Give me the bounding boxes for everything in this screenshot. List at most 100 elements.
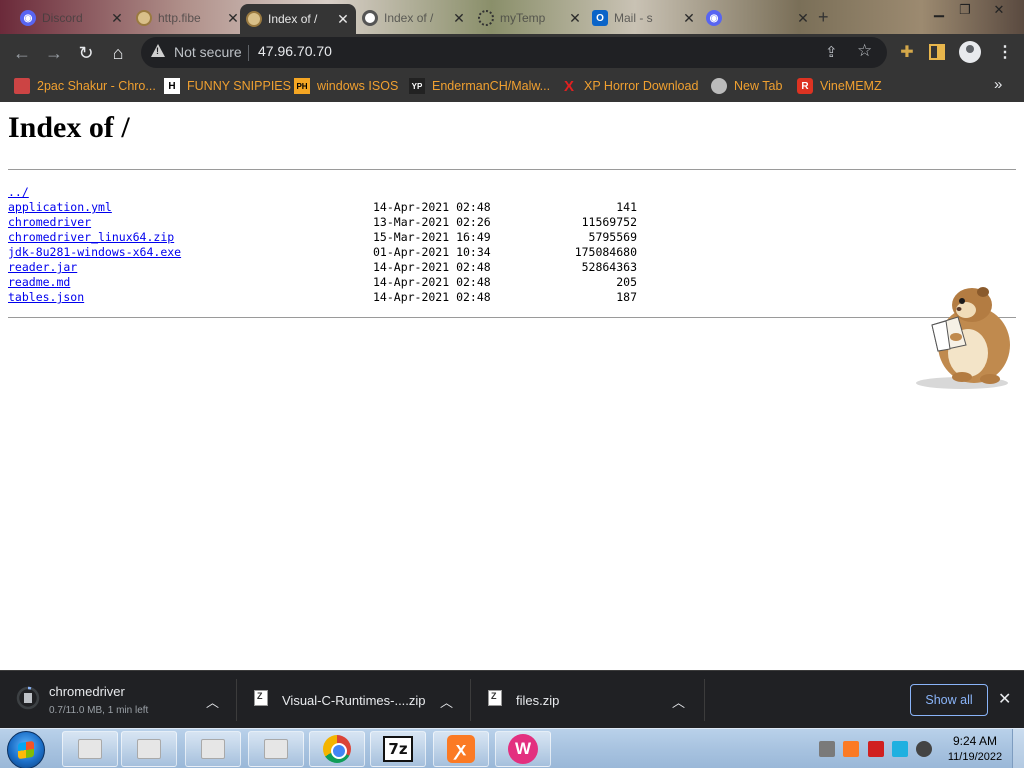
- bookmark-star-icon[interactable]: ☆: [857, 41, 872, 61]
- close-icon[interactable]: ✕: [110, 10, 124, 27]
- tray-network-icon[interactable]: [819, 741, 835, 757]
- chevron-up-icon[interactable]: ︿: [440, 692, 453, 711]
- file-link[interactable]: jdk-8u281-windows-x64.exe: [8, 245, 181, 259]
- r-icon: R: [797, 78, 813, 94]
- taskbar-explorer-1[interactable]: [62, 731, 118, 767]
- hamster-reading-icon[interactable]: [912, 279, 1020, 391]
- tray-speaker-icon[interactable]: [916, 741, 932, 757]
- reload-icon[interactable]: ↻: [75, 42, 97, 64]
- tab-strip: ◉ Discord ✕ http.fibe ✕ Index of / ✕ Ind…: [0, 0, 1024, 34]
- restore-icon[interactable]: ❐: [954, 2, 976, 18]
- close-icon[interactable]: ✕: [682, 10, 696, 27]
- close-icon[interactable]: ✕: [796, 10, 810, 27]
- file-link[interactable]: chromedriver_linux64.zip: [8, 230, 174, 244]
- file-date: 13-Mar-2021 02:26: [373, 215, 491, 229]
- dots-icon: [478, 10, 494, 26]
- file-link[interactable]: chromedriver: [8, 215, 91, 229]
- bookmark-endermanch[interactable]: YP EndermanCH/Malw...: [409, 77, 550, 95]
- file-link[interactable]: readme.md: [8, 275, 70, 289]
- taskbar-chrome[interactable]: [309, 731, 365, 767]
- share-icon[interactable]: ⇪: [825, 43, 838, 61]
- window-close-icon[interactable]: ✕: [988, 2, 1010, 18]
- tray-flag-icon[interactable]: [868, 741, 884, 757]
- taskbar-explorer-2[interactable]: [121, 731, 177, 767]
- bookmark-windows-isos[interactable]: PH windows ISOS: [294, 77, 398, 95]
- tab-index-of-active[interactable]: Index of / ✕: [240, 4, 356, 34]
- bookmark-label: VineMEMZ: [820, 79, 882, 93]
- tray-xampp-icon[interactable]: [843, 741, 859, 757]
- file-size: 187: [616, 290, 637, 304]
- bookmark-2pac[interactable]: 2pac Shakur - Chro...: [14, 77, 156, 95]
- clock-time[interactable]: 9:24 AM: [945, 734, 1005, 748]
- tab-discord[interactable]: ◉ Discord ✕: [14, 4, 130, 32]
- chevron-up-icon[interactable]: ︿: [206, 692, 219, 711]
- folder-icon: [137, 739, 161, 759]
- file-size: 11569752: [581, 215, 637, 229]
- tab-mail[interactable]: O Mail - s ✕: [586, 4, 702, 32]
- url-text[interactable]: 47.96.70.70: [258, 43, 332, 59]
- chevron-up-icon[interactable]: ︿: [672, 692, 685, 711]
- extensions-puzzle-icon[interactable]: ✚: [897, 43, 917, 63]
- back-arrow-icon[interactable]: ←: [11, 42, 33, 64]
- show-desktop-button[interactable]: [1012, 729, 1024, 768]
- taskbar-explorer-3[interactable]: [185, 731, 241, 767]
- globe-icon: [136, 10, 152, 26]
- tab-http-fibe[interactable]: http.fibe ✕: [130, 4, 246, 32]
- close-icon[interactable]: ✕: [568, 10, 582, 27]
- bookmark-funny-snippies[interactable]: H FUNNY SNIPPIES: [164, 77, 291, 95]
- address-bar[interactable]: Not secure 47.96.70.70 ⇪ ☆: [141, 37, 887, 68]
- list-item: chromedriver_linux64.zip 15-Mar-2021 16:…: [8, 230, 648, 245]
- kebab-menu-icon[interactable]: ⋮: [995, 43, 1015, 63]
- discord-icon: ◉: [706, 10, 722, 26]
- file-size: 175084680: [574, 245, 637, 259]
- download-status: 0.7/11.0 MB, 1 min left: [49, 705, 149, 716]
- download-filename: Visual-C-Runtimes-....zip: [282, 693, 426, 708]
- bookmark-new-tab[interactable]: New Tab: [711, 77, 782, 95]
- side-panel-icon[interactable]: [929, 44, 945, 60]
- bookmark-xp-horror[interactable]: X XP Horror Download: [561, 77, 698, 95]
- bookmark-vinememz[interactable]: R VineMEMZ: [797, 77, 882, 95]
- tab-index-of[interactable]: Index of / ✕: [356, 4, 472, 32]
- close-icon[interactable]: ✕: [226, 10, 240, 27]
- new-tab-plus-icon[interactable]: +: [818, 7, 829, 28]
- list-item: chromedriver 13-Mar-2021 02:26 11569752: [8, 215, 648, 230]
- taskbar-xampp[interactable]: ꭗ: [433, 731, 489, 767]
- file-link[interactable]: tables.json: [8, 290, 84, 304]
- tab-discord-2[interactable]: ◉ ✕: [700, 4, 816, 32]
- close-icon[interactable]: ✕: [998, 689, 1011, 709]
- taskbar-wampserver[interactable]: W: [495, 731, 551, 767]
- file-size: 205: [616, 275, 637, 289]
- profile-avatar-icon[interactable]: [959, 41, 981, 63]
- download-item[interactable]: chromedriver 0.7/11.0 MB, 1 min left ︿: [0, 671, 236, 729]
- taskbar-7zip[interactable]: 7z: [370, 731, 426, 767]
- close-icon[interactable]: ✕: [452, 10, 466, 27]
- close-icon[interactable]: ✕: [336, 11, 350, 28]
- download-item[interactable]: Visual-C-Runtimes-....zip ︿: [236, 671, 470, 729]
- file-link[interactable]: reader.jar: [8, 260, 77, 274]
- download-item[interactable]: files.zip ︿: [470, 671, 704, 729]
- bookmark-label: New Tab: [734, 79, 783, 93]
- clock-date[interactable]: 11/19/2022: [940, 751, 1010, 763]
- minimize-icon[interactable]: ▁: [928, 2, 950, 18]
- file-link[interactable]: ../: [8, 185, 29, 199]
- ph-icon: PH: [294, 78, 310, 94]
- security-status[interactable]: Not secure: [174, 44, 242, 60]
- download-shelf: chromedriver 0.7/11.0 MB, 1 min left ︿ V…: [0, 670, 1024, 728]
- taskbar-explorer-4[interactable]: [248, 731, 304, 767]
- 7zip-icon: 7z: [383, 736, 413, 762]
- bookmark-label: FUNNY SNIPPIES: [187, 79, 291, 93]
- chevron-double-right-icon[interactable]: »: [994, 76, 1002, 93]
- tray-monitor-icon[interactable]: [892, 741, 908, 757]
- browser-toolbar: ← → ↻ ⌂ Not secure 47.96.70.70 ⇪ ☆ ✚ ⋮: [0, 34, 1024, 71]
- forward-arrow-icon[interactable]: →: [43, 42, 65, 64]
- tab-title: Index of /: [268, 12, 318, 26]
- show-all-button[interactable]: Show all: [910, 684, 988, 716]
- bookmarks-bar: 2pac Shakur - Chro... H FUNNY SNIPPIES P…: [0, 71, 1024, 102]
- warning-icon[interactable]: [151, 44, 165, 57]
- download-filename: chromedriver: [49, 684, 125, 699]
- home-icon[interactable]: ⌂: [107, 42, 129, 64]
- file-link[interactable]: application.yml: [8, 200, 112, 214]
- start-button[interactable]: [7, 731, 45, 768]
- tab-mytemp[interactable]: myTemp ✕: [472, 4, 588, 32]
- list-item: reader.jar 14-Apr-2021 02:48 52864363: [8, 260, 648, 275]
